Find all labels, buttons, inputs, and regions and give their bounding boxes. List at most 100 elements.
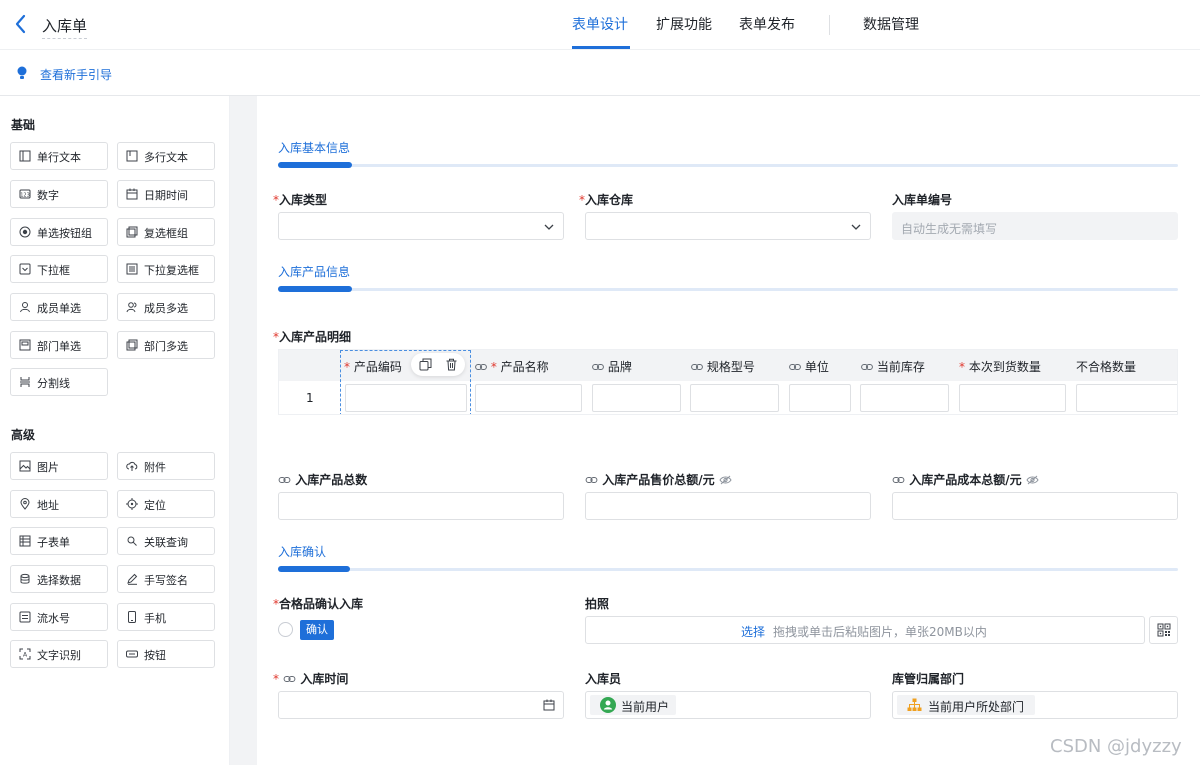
field-label-operator: 入库员	[585, 672, 622, 686]
operator-field[interactable]: 当前用户	[585, 691, 871, 719]
user-icon	[20, 302, 30, 313]
section-divider-accent	[278, 286, 352, 292]
comp-ocr[interactable]: A 文字识别	[10, 640, 108, 668]
list-icon	[126, 263, 138, 275]
comp-radio-group[interactable]: 单选按钮组	[10, 218, 108, 246]
total-cost-input[interactable]	[892, 492, 1178, 520]
link-icon	[892, 477, 905, 483]
comp-member-single[interactable]: 成员单选	[10, 293, 108, 321]
trash-icon[interactable]	[445, 358, 458, 371]
current-dept-label: 当前用户所处部门	[928, 700, 1025, 714]
radio-icon	[19, 226, 31, 238]
guide-link[interactable]: 查看新手引导	[40, 66, 112, 83]
link-icon	[283, 676, 296, 682]
crosshair-icon	[126, 498, 138, 510]
comp-dept-single[interactable]: 部门单选	[10, 331, 108, 359]
scan-text-icon: A	[19, 648, 31, 660]
comp-multi-line-text[interactable]: 多行文本	[117, 142, 215, 170]
department-field[interactable]: 当前用户所处部门	[892, 691, 1178, 719]
calendar-icon	[543, 699, 555, 711]
order-no-placeholder: 自动生成无需填写	[901, 222, 998, 236]
link-icon	[861, 364, 873, 370]
comp-dropdown-multi[interactable]: 下拉复选框	[117, 255, 215, 283]
comp-attachment[interactable]: 附件	[117, 452, 215, 480]
column-header-defect-qty: 不合格数量	[1076, 360, 1137, 374]
form-canvas	[257, 96, 1200, 765]
comp-label: 单行文本	[37, 151, 81, 164]
lightbulb-icon	[17, 66, 27, 79]
textarea-icon	[126, 150, 138, 162]
comp-label: 分割线	[37, 377, 70, 390]
photo-upload-area[interactable]: 选择 拖拽或单击后粘贴图片，单张20MB以内	[585, 616, 1145, 644]
comp-label: 手机	[144, 612, 166, 625]
comp-label: 日期时间	[144, 189, 188, 202]
tab-publish[interactable]: 表单发布	[739, 14, 795, 34]
link-icon	[278, 477, 291, 483]
comp-datetime[interactable]: 日期时间	[117, 180, 215, 208]
cell-arrival-qty-input[interactable]	[959, 384, 1066, 412]
page-title[interactable]: 入库单	[42, 15, 88, 39]
current-user-chip: 当前用户	[590, 695, 676, 715]
column-header-spec: 规格型号	[691, 358, 755, 375]
comp-member-multi[interactable]: 成员多选	[117, 293, 215, 321]
comp-linked-query[interactable]: 关联查询	[117, 527, 215, 555]
comp-phone[interactable]: 手机	[117, 603, 215, 631]
column-header-product-name: * 产品名称	[475, 358, 549, 375]
cell-product-name-input[interactable]	[475, 384, 582, 412]
guide-bar: 查看新手引导	[0, 50, 1200, 96]
pen-icon	[127, 573, 138, 585]
confirm-radio[interactable]	[278, 622, 293, 637]
copy-icon[interactable]	[419, 358, 432, 371]
section-title-confirm: 入库确认	[278, 545, 327, 559]
comp-serial-number[interactable]: 流水号	[10, 603, 108, 631]
map-pin-icon	[20, 498, 30, 510]
total-qty-input[interactable]	[278, 492, 564, 520]
section-divider	[278, 164, 1178, 167]
inbound-time-picker[interactable]	[278, 691, 564, 719]
chevron-down-icon	[544, 224, 554, 230]
qr-code-button[interactable]	[1149, 616, 1178, 644]
comp-image[interactable]: 图片	[10, 452, 108, 480]
cell-unit-input[interactable]	[789, 384, 851, 412]
upload-select-link[interactable]: 选择	[741, 623, 765, 640]
total-price-input[interactable]	[585, 492, 871, 520]
confirm-option-tag[interactable]: 确认	[300, 620, 334, 640]
inbound-type-select[interactable]	[278, 212, 564, 240]
button-icon	[126, 650, 138, 658]
comp-location[interactable]: 定位	[117, 490, 215, 518]
cell-defect-qty-input[interactable]	[1076, 384, 1177, 412]
cell-spec-input[interactable]	[690, 384, 779, 412]
section-divider-accent	[278, 162, 352, 168]
cell-stock-input[interactable]	[860, 384, 949, 412]
cell-brand-input[interactable]	[592, 384, 681, 412]
eye-off-icon[interactable]	[1026, 475, 1039, 485]
comp-divider[interactable]: 分割线	[10, 368, 108, 396]
database-icon	[20, 573, 30, 584]
comp-label: 文字识别	[37, 649, 81, 662]
org-chart-icon	[907, 698, 922, 711]
warehouse-select[interactable]	[585, 212, 871, 240]
tab-divider	[829, 15, 830, 35]
section-title-products: 入库产品信息	[278, 265, 351, 279]
tab-data-management[interactable]: 数据管理	[863, 14, 919, 34]
comp-label: 单选按钮组	[37, 227, 92, 240]
current-user-label: 当前用户	[621, 700, 670, 714]
comp-address[interactable]: 地址	[10, 490, 108, 518]
back-arrow-icon[interactable]	[12, 12, 30, 36]
link-icon	[475, 364, 487, 370]
tab-extensions[interactable]: 扩展功能	[656, 14, 712, 34]
comp-dropdown[interactable]: 下拉框	[10, 255, 108, 283]
comp-single-line-text[interactable]: 单行文本	[10, 142, 108, 170]
comp-checkbox-group[interactable]: 复选框组	[117, 218, 215, 246]
link-icon	[592, 364, 604, 370]
comp-subform[interactable]: 子表单	[10, 527, 108, 555]
comp-dept-multi[interactable]: 部门多选	[117, 331, 215, 359]
link-icon	[585, 477, 598, 483]
comp-number[interactable]: 123 数字	[10, 180, 108, 208]
comp-select-data[interactable]: 选择数据	[10, 565, 108, 593]
eye-off-icon[interactable]	[719, 475, 732, 485]
tab-form-design[interactable]: 表单设计	[572, 14, 628, 34]
field-label-inbound-type: *入库类型	[273, 193, 328, 207]
comp-button[interactable]: 按钮	[117, 640, 215, 668]
comp-signature[interactable]: 手写签名	[117, 565, 215, 593]
